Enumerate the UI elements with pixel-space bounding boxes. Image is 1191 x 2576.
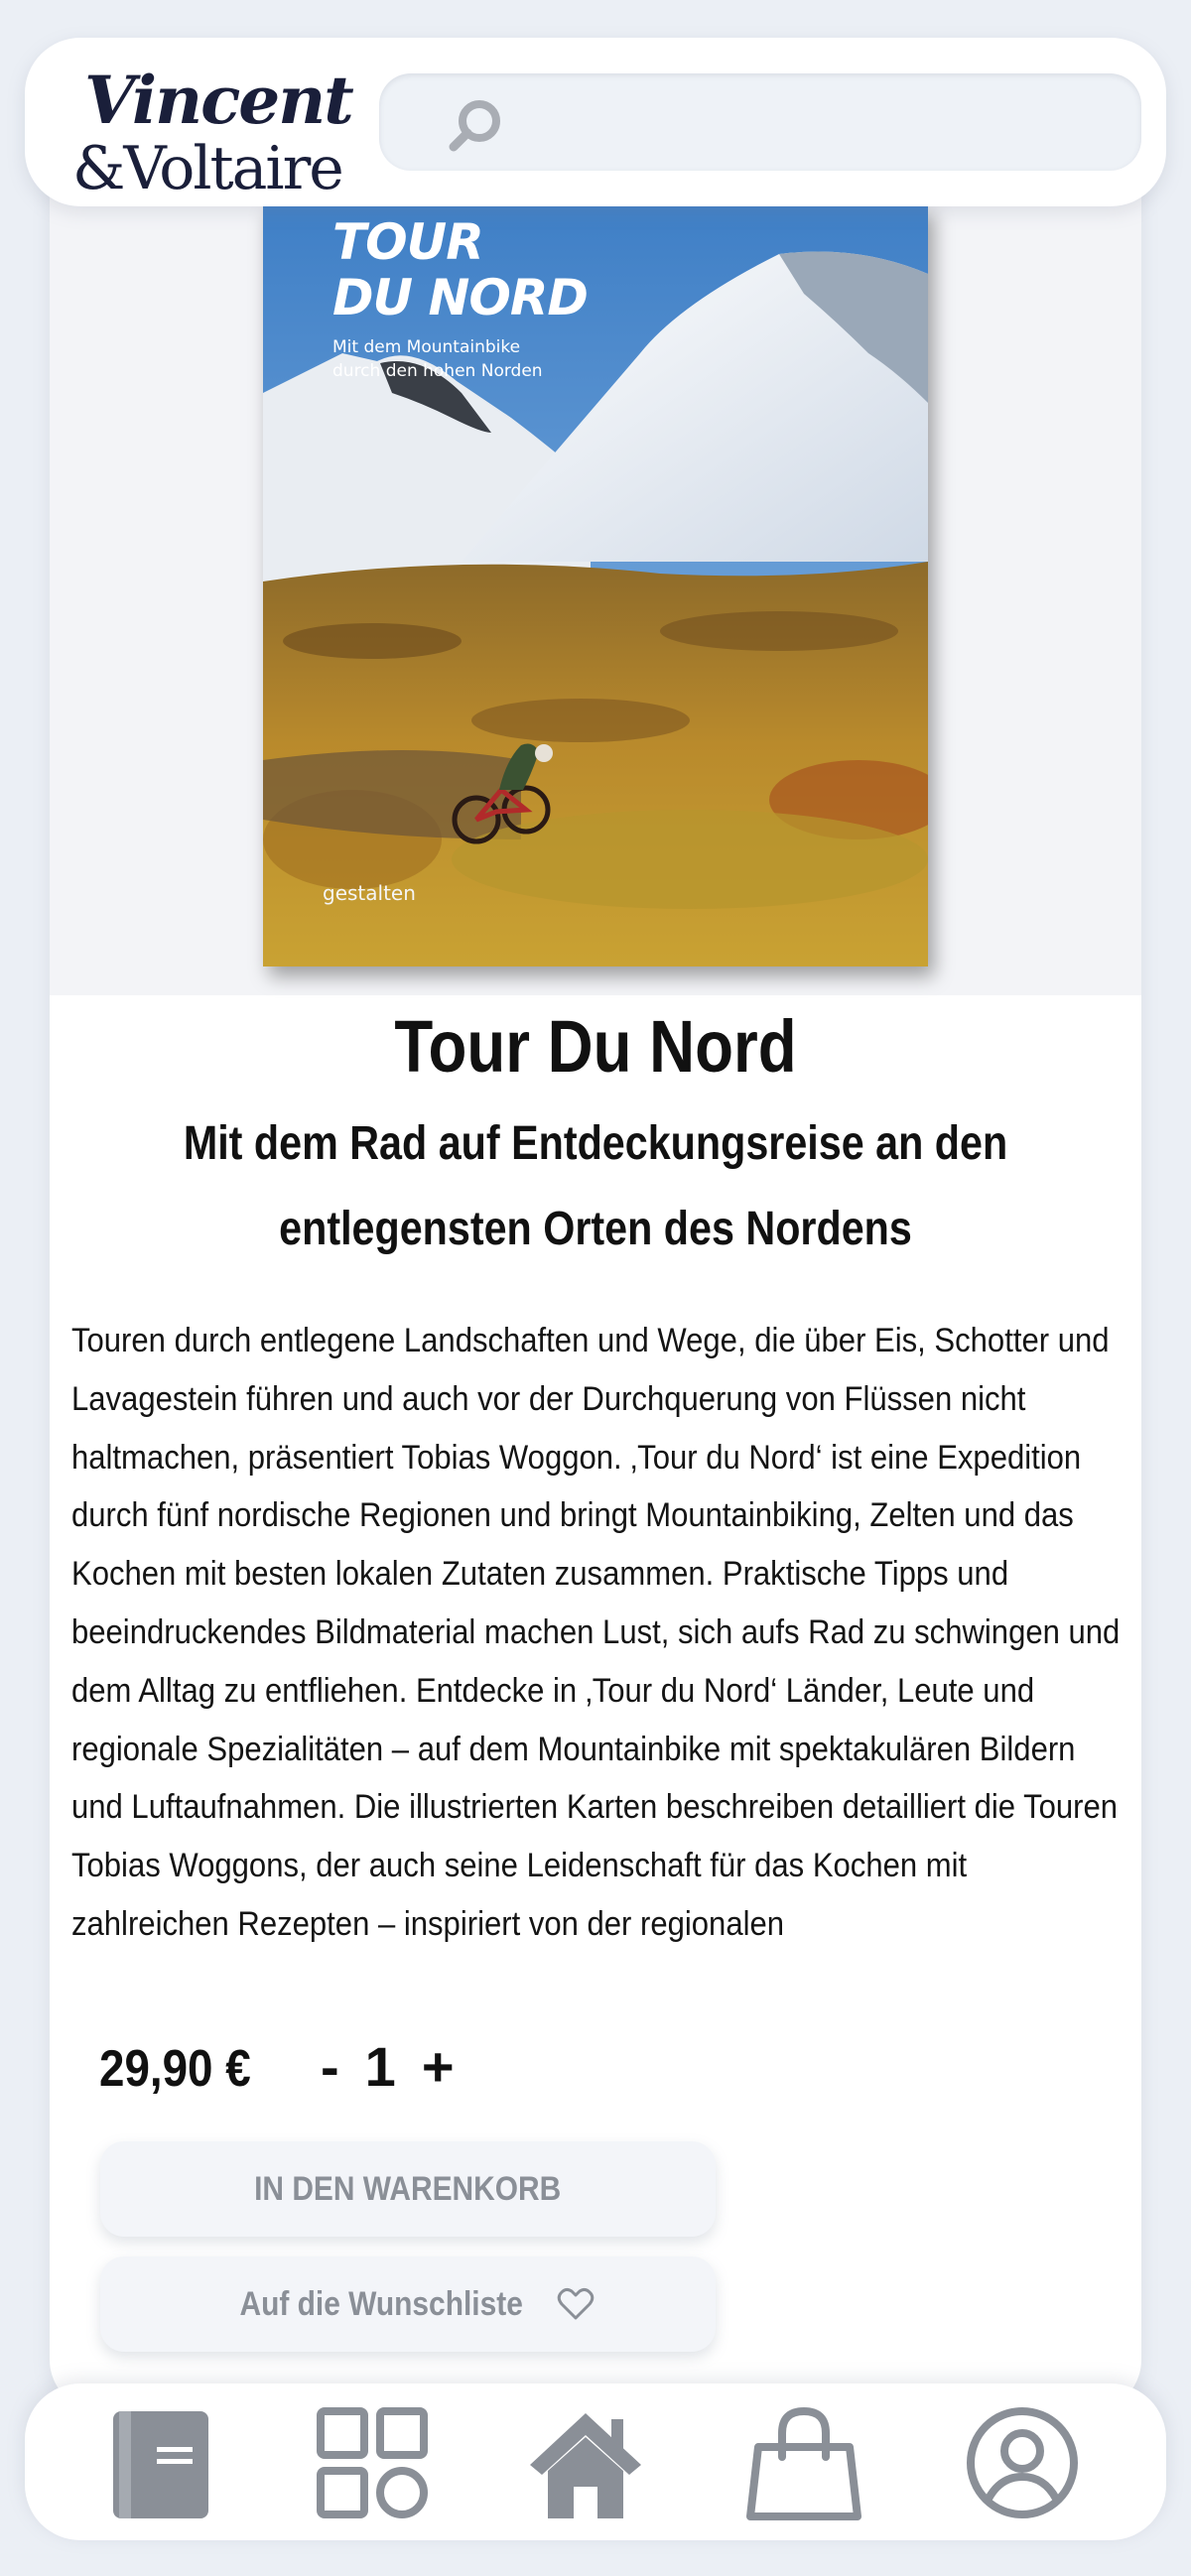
search-icon[interactable]	[444, 95, 505, 157]
categories-icon	[317, 2407, 428, 2518]
cover-subtitle-line-1: Mit dem Mountainbike	[332, 337, 521, 357]
add-to-cart-button[interactable]: IN DEN WARENKORB	[100, 2141, 716, 2237]
cover-subtitle-line-2: durch den hohen Norden	[332, 361, 543, 381]
search-bar[interactable]	[379, 73, 1141, 171]
search-input[interactable]	[488, 92, 1141, 152]
logo-line-2: &Voltaire	[72, 134, 342, 200]
quantity-value: 1	[364, 2035, 396, 2098]
cover-area: TOUR DU NORD Mit dem Mountainbike durch …	[50, 149, 1141, 995]
nav-item-home[interactable]	[521, 2403, 650, 2522]
brand-logo[interactable]: Vincent &Voltaire	[65, 52, 362, 200]
quantity-stepper: - 1 +	[321, 2034, 455, 2099]
product-subtitle: Mit dem Rad auf Entdeckungsreise an den …	[183, 1117, 1008, 1255]
book-cover-image[interactable]: TOUR DU NORD Mit dem Mountainbike durch …	[263, 204, 928, 966]
wishlist-label: Auf die Wunschliste	[239, 2284, 523, 2323]
description-text: Touren durch entlegene Landschaften und …	[71, 1322, 1121, 1943]
profile-icon	[967, 2407, 1078, 2518]
nav-item-books[interactable]	[96, 2403, 225, 2522]
home-icon	[530, 2413, 641, 2518]
quantity-decrease-button[interactable]: -	[321, 2034, 339, 2099]
quantity-increase-button[interactable]: +	[422, 2034, 455, 2099]
shopping-bag-icon	[746, 2406, 861, 2520]
cover-title: TOUR DU NORD	[332, 214, 729, 325]
product-card: TOUR DU NORD Mit dem Mountainbike durch …	[50, 149, 1141, 2411]
product-title: Tour Du Nord	[394, 1005, 797, 1088]
add-to-cart-label: IN DEN WARENKORB	[254, 2169, 562, 2208]
logo-line-1: Vincent	[84, 62, 353, 139]
add-to-wishlist-button[interactable]: Auf die Wunschliste	[100, 2256, 716, 2352]
heart-icon	[557, 2287, 595, 2320]
header: Vincent &Voltaire	[25, 38, 1166, 206]
nav-item-cart[interactable]	[739, 2403, 868, 2522]
price: 29,90 €	[99, 2040, 251, 2098]
bottom-navigation	[25, 2383, 1166, 2540]
cover-publisher: gestalten	[323, 881, 416, 905]
book-icon	[113, 2411, 208, 2518]
product-page: Vincent &Voltaire TOUR DU NORD Mit dem M…	[0, 0, 1191, 2576]
cover-title-line-2: DU NORD	[332, 269, 589, 326]
nav-item-profile[interactable]	[958, 2403, 1087, 2522]
cover-title-line-1: TOUR	[332, 213, 484, 271]
cover-subtitle: Mit dem Mountainbike durch den hohen Nor…	[332, 335, 690, 383]
nav-item-categories[interactable]	[308, 2403, 437, 2522]
